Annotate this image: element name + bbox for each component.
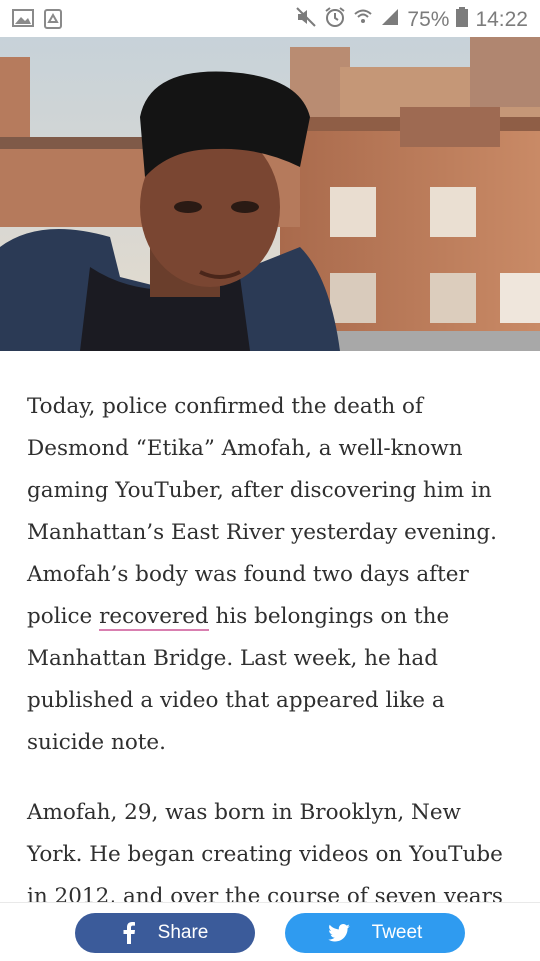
status-bar-left bbox=[12, 9, 62, 34]
alarm-icon bbox=[324, 6, 346, 34]
wifi-icon bbox=[353, 7, 373, 33]
mute-icon bbox=[295, 6, 317, 34]
status-bar: 75% 14:22 bbox=[0, 0, 540, 37]
recycle-icon bbox=[44, 9, 62, 34]
share-bar: Share Tweet bbox=[0, 902, 540, 961]
facebook-icon bbox=[122, 922, 136, 944]
status-bar-right: 75% 14:22 bbox=[295, 6, 528, 34]
twitter-bird-icon bbox=[327, 924, 350, 942]
article-body: Today, police confirmed the death of Des… bbox=[27, 386, 519, 946]
paragraph-text: Today, police confirmed the death of Des… bbox=[27, 394, 497, 629]
tweet-button[interactable]: Tweet bbox=[285, 913, 465, 953]
article-paragraph-1: Today, police confirmed the death of Des… bbox=[27, 386, 519, 764]
battery-percentage: 75% bbox=[407, 8, 450, 31]
recovered-link[interactable]: recovered bbox=[99, 604, 209, 631]
article-paragraph-2: Amofah, 29, was born in Brooklyn, New Yo… bbox=[27, 800, 503, 909]
clock: 14:22 bbox=[475, 8, 528, 31]
gallery-icon bbox=[12, 9, 34, 34]
hero-image bbox=[0, 37, 540, 351]
share-label: Share bbox=[157, 922, 209, 943]
tweet-label: Tweet bbox=[371, 922, 423, 943]
signal-icon bbox=[380, 7, 400, 33]
facebook-share-button[interactable]: Share bbox=[75, 913, 255, 953]
battery-icon bbox=[456, 7, 469, 33]
